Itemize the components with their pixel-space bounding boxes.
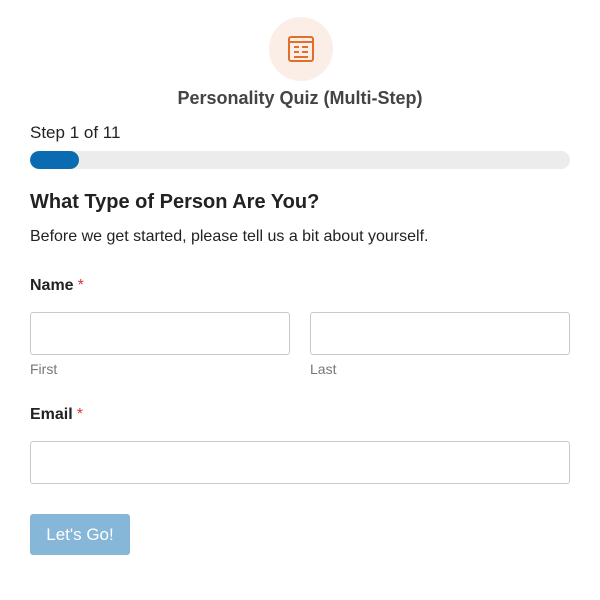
- form-list-icon: [288, 36, 314, 62]
- form-title: Personality Quiz (Multi-Step): [177, 88, 423, 108]
- first-name-input[interactable]: [30, 312, 290, 355]
- required-asterisk: *: [76, 406, 83, 423]
- email-label-text: Email: [30, 406, 73, 423]
- email-field-label: Email *: [30, 406, 83, 424]
- quiz-form-page: Personality Quiz (Multi-Step) Step 1 of …: [0, 0, 600, 600]
- name-field-label: Name *: [30, 277, 84, 295]
- progress-bar: [30, 151, 570, 169]
- email-input[interactable]: [30, 441, 570, 484]
- section-description: Before we get started, please tell us a …: [30, 228, 429, 245]
- last-name-input[interactable]: [310, 312, 570, 355]
- section-heading: What Type of Person Are You?: [30, 191, 320, 213]
- lets-go-button[interactable]: Let's Go!: [30, 514, 130, 555]
- first-name-sublabel: First: [30, 361, 58, 377]
- name-label-text: Name: [30, 277, 74, 294]
- form-header-badge: [269, 17, 333, 81]
- required-asterisk: *: [77, 277, 84, 294]
- step-indicator: Step 1 of 11: [30, 123, 121, 142]
- last-name-sublabel: Last: [310, 361, 337, 377]
- progress-bar-fill: [30, 151, 79, 169]
